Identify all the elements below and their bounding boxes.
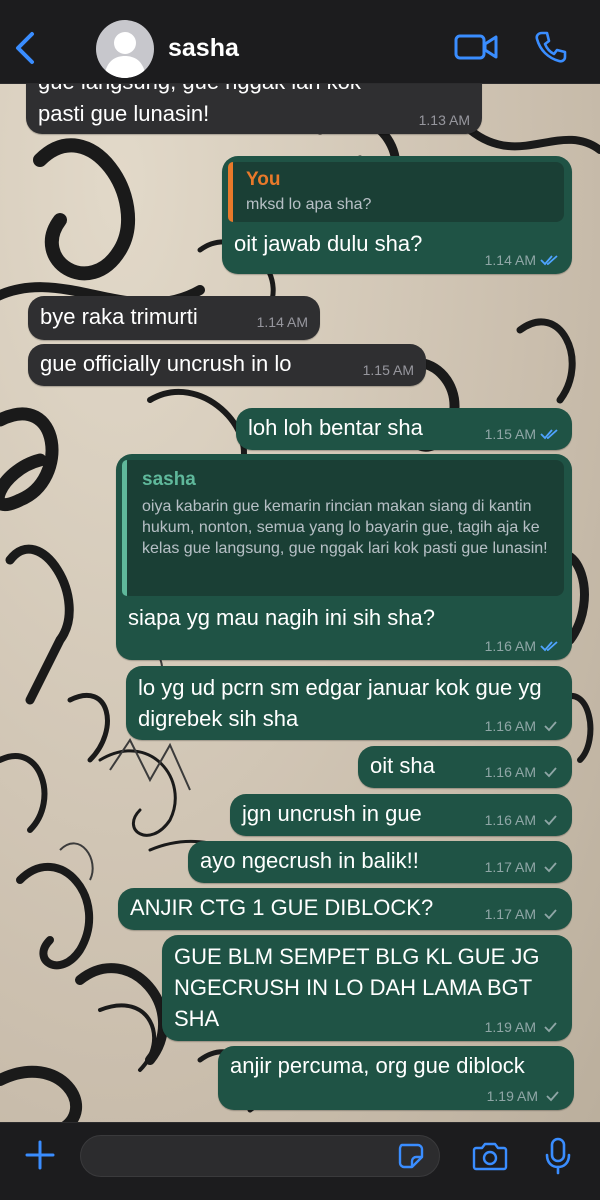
sticker-icon[interactable] [398, 1143, 424, 1169]
message-time: 1.17 AM [484, 906, 536, 922]
message-time: 1.16 AM [484, 638, 536, 654]
read-double-check-icon [540, 429, 558, 440]
message-time: 1.16 AM [484, 718, 536, 734]
message-time: 1.15 AM [484, 426, 536, 442]
read-double-check-icon [540, 641, 558, 652]
message-composer [0, 1122, 600, 1200]
quoted-message[interactable]: You mksd lo apa sha? [228, 162, 564, 222]
microphone-icon[interactable] [544, 1137, 572, 1175]
message-time: 1.14 AM [256, 314, 308, 330]
message-text: ANJIR CTG 1 GUE DIBLOCK? [130, 895, 434, 920]
quote-bar [122, 460, 127, 596]
message-bubble-incoming[interactable]: bye raka trimurti 1.14 AM [28, 296, 320, 340]
read-double-check-icon [540, 255, 558, 266]
sent-check-icon [544, 815, 557, 826]
quote-bar [228, 162, 233, 222]
message-time: 1.15 AM [362, 362, 414, 378]
quoted-message[interactable]: sasha oiya kabarin gue kemarin rincian m… [122, 460, 564, 596]
quote-author: You [246, 169, 281, 190]
message-text: gue officially uncrush in lo [40, 351, 292, 376]
video-call-icon[interactable] [454, 32, 498, 62]
message-time: 1.14 AM [484, 252, 536, 268]
message-bubble-outgoing[interactable]: loh loh bentar sha 1.15 AM [236, 408, 572, 450]
message-text: ayo ngecrush in balik!! [200, 848, 419, 873]
message-time: 1.16 AM [484, 812, 536, 828]
message-text: anjir percuma, org gue diblock [230, 1053, 525, 1078]
message-text: jgn uncrush in gue [242, 801, 422, 826]
message-bubble-outgoing[interactable]: ayo ngecrush in balik!! 1.17 AM [188, 841, 572, 883]
plus-icon[interactable] [24, 1139, 56, 1171]
chat-header: sasha [0, 0, 600, 84]
back-chevron-icon[interactable] [12, 30, 38, 66]
message-time: 1.13 AM [418, 112, 470, 128]
message-time: 1.19 AM [484, 1019, 536, 1035]
message-bubble-incoming[interactable]: gue officially uncrush in lo 1.15 AM [28, 344, 426, 386]
sent-check-icon [544, 1022, 557, 1033]
message-time: 1.16 AM [484, 764, 536, 780]
sent-check-icon [544, 862, 557, 873]
message-bubble-outgoing[interactable]: anjir percuma, org gue diblock 1.19 AM [218, 1046, 574, 1110]
message-time: 1.19 AM [486, 1088, 538, 1104]
sent-check-icon [544, 909, 557, 920]
phone-call-icon[interactable] [534, 30, 568, 64]
quote-author: sasha [142, 469, 196, 490]
sent-check-icon [544, 721, 557, 732]
sent-check-icon [544, 767, 557, 778]
message-bubble-outgoing[interactable]: jgn uncrush in gue 1.16 AM [230, 794, 572, 836]
camera-icon[interactable] [472, 1141, 508, 1171]
person-icon [104, 32, 146, 78]
message-bubble-outgoing[interactable]: lo yg ud pcrn sm edgar januar kok gue yg… [126, 666, 572, 740]
quote-text: mksd lo apa sha? [246, 196, 372, 213]
contact-name[interactable]: sasha [168, 34, 239, 63]
message-time: 1.17 AM [484, 859, 536, 875]
contact-avatar[interactable] [96, 20, 154, 78]
sent-check-icon [546, 1091, 559, 1102]
message-bubble-outgoing[interactable]: GUE BLM SEMPET BLG KL GUE JG NGECRUSH IN… [162, 935, 572, 1041]
message-bubble-outgoing[interactable]: sasha oiya kabarin gue kemarin rincian m… [116, 454, 572, 660]
message-text: bye raka trimurti [40, 304, 198, 329]
message-bubble-outgoing[interactable]: ANJIR CTG 1 GUE DIBLOCK? 1.17 AM [118, 888, 572, 930]
message-bubble-outgoing[interactable]: You mksd lo apa sha? oit jawab dulu sha?… [222, 156, 572, 274]
quote-text: oiya kabarin gue kemarin rincian makan s… [142, 498, 548, 557]
message-text: oit sha [370, 753, 435, 778]
message-input[interactable] [80, 1135, 440, 1177]
message-text: siapa yg mau nagih ini sih sha? [128, 605, 435, 630]
message-bubble-outgoing[interactable]: oit sha 1.16 AM [358, 746, 572, 788]
message-text: loh loh bentar sha [248, 415, 423, 440]
